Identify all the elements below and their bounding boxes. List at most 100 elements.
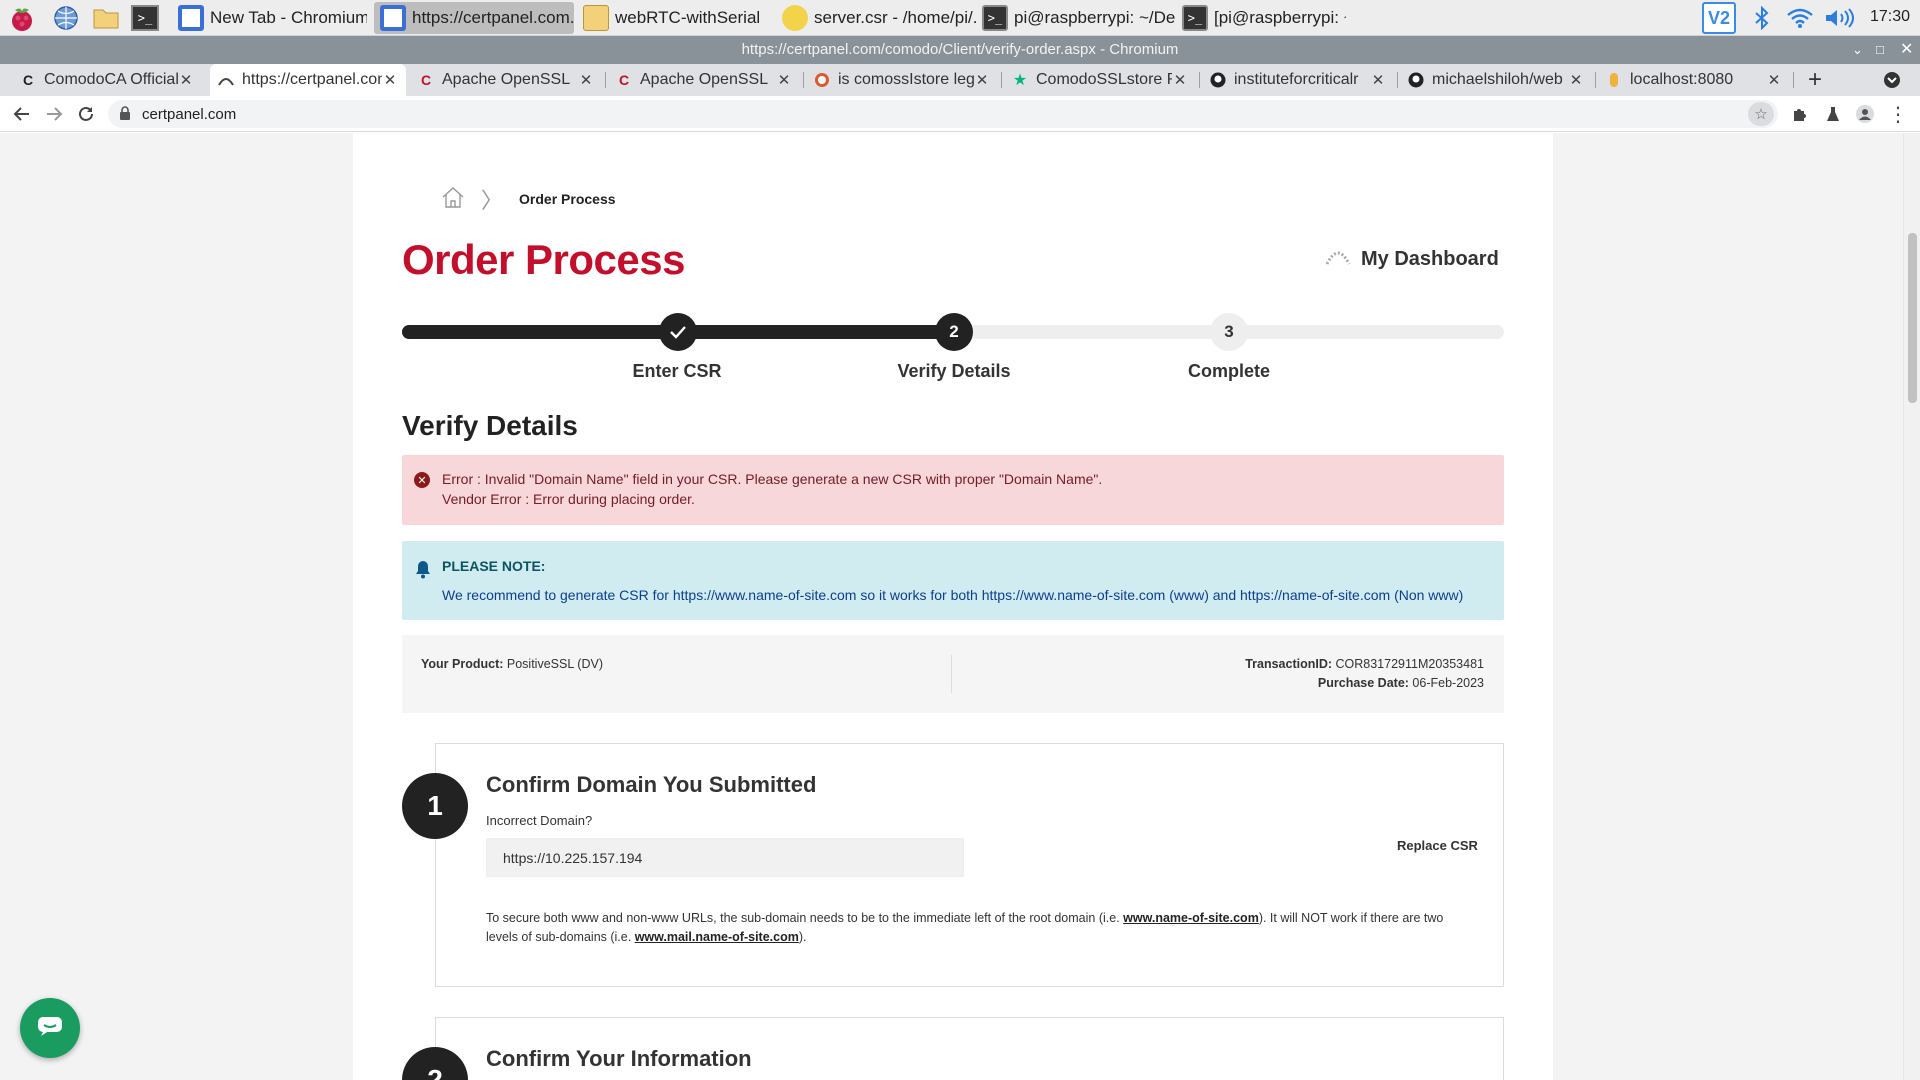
minimize-icon[interactable]: ⌄ [1852,36,1863,64]
note-text: We recommend to generate CSR for https:/… [442,587,1464,603]
tab-michaelshiloh[interactable]: michaelshiloh/web ✕ [1400,64,1592,96]
tab-apache-openssl-1[interactable]: C Apache OpenSSL ✕ [410,64,602,96]
close-tab-icon[interactable]: ✕ [382,71,398,89]
close-tab-icon[interactable]: ✕ [1766,71,1782,89]
transaction-value: COR83172911M20353481 [1335,657,1485,671]
example-subdomain-link[interactable]: www.mail.name-of-site.com [635,930,799,944]
labs-flask-icon[interactable] [1821,102,1845,126]
bell-icon [414,559,432,584]
chromium-icon [380,5,406,31]
reload-icon[interactable] [74,102,98,126]
comodo-favicon-icon: C [22,72,34,88]
tab-label: michaelshiloh/web [1432,71,1563,88]
taskbar-window-server-csr[interactable]: server.csr - /home/pi/... [776,2,976,34]
tab-label: instituteforcriticalr [1234,71,1359,88]
localhost-favicon-icon [1606,72,1622,88]
taskbar-window-terminal-2[interactable]: >_ [pi@raspberrypi: ~] [1176,2,1346,34]
tab-separator [1793,72,1794,88]
web-browser-icon[interactable] [52,4,80,32]
volume-icon[interactable] [1824,4,1854,32]
close-window-icon[interactable]: ✕ [1900,36,1913,64]
help-text-part: To secure both www and non-www URLs, the… [486,911,1124,925]
step-1-label: Enter CSR [632,361,722,381]
purchase-date-info: Purchase Date: 06-Feb-2023 [1318,676,1484,690]
forward-icon[interactable] [42,102,66,126]
tab-separator [1595,72,1596,88]
menu-kebab-icon[interactable]: ⋮ [1886,102,1910,126]
close-tab-icon[interactable]: ✕ [974,71,990,89]
tab-comodosslstore[interactable]: ★ ComodoSSLstore R ✕ [1004,64,1196,96]
my-dashboard-link[interactable]: My Dashboard [1325,248,1499,271]
taskbar-window-label: server.csr - /home/pi/... [814,8,976,27]
breadcrumb: 〉 Order Process [441,183,616,215]
wifi-icon[interactable] [1786,4,1814,32]
raspberry-menu-icon[interactable] [8,4,36,32]
purchase-label: Purchase Date: [1317,676,1409,690]
extensions-icon[interactable] [1788,102,1812,126]
chromium-icon [178,5,204,31]
taskbar-window-certpanel[interactable]: https://certpanel.com... [374,2,574,34]
window-title: https://certpanel.com/comodo/Client/veri… [741,41,1179,58]
window-title-bar[interactable]: https://certpanel.com/comodo/Client/veri… [0,36,1920,64]
close-tab-icon[interactable]: ✕ [776,71,792,89]
terminal-icon: >_ [1182,5,1208,31]
tab-comodoca[interactable]: C ComodoCA Official ✕ [12,64,202,96]
note-alert: PLEASE NOTE: We recommend to generate CS… [402,541,1504,620]
tab-label: https://certpanel.com [242,71,382,88]
page-scrollbar[interactable] [1903,133,1920,1080]
tab-apache-openssl-2[interactable]: C Apache OpenSSL ✕ [608,64,800,96]
tab-instituteforcritical[interactable]: instituteforcriticalr ✕ [1202,64,1394,96]
tab-separator [605,72,606,88]
step-3-circle: 3 [1210,313,1248,351]
maximize-icon[interactable]: □ [1876,36,1884,64]
close-tab-icon[interactable]: ✕ [1172,71,1188,89]
close-tab-icon[interactable]: ✕ [178,71,194,89]
browser-tab-strip: C ComodoCA Official ✕ https://certpanel.… [0,64,1920,96]
profile-icon[interactable] [1853,102,1877,126]
taskbar-window-new-tab[interactable]: New Tab - Chromium [172,2,367,34]
help-text-part: ). [798,930,807,944]
file-manager-icon[interactable] [92,4,120,32]
close-tab-icon[interactable]: ✕ [578,71,594,89]
tab-comossistore[interactable]: is comossIstore leg ✕ [806,64,998,96]
close-tab-icon[interactable]: ✕ [1370,71,1386,89]
replace-csr-link[interactable]: Replace CSR [1397,838,1478,853]
tab-certpanel[interactable]: https://certpanel.com ✕ [210,64,406,96]
taskbar-window-webrtc[interactable]: webRTC-withSerial [577,2,772,34]
bluetooth-icon[interactable] [1750,4,1774,32]
section-title: Verify Details [402,410,578,441]
domain-field[interactable] [486,838,964,877]
close-tab-icon[interactable]: ✕ [1568,71,1584,89]
home-icon[interactable] [441,186,465,213]
tab-separator [803,72,804,88]
taskbar-window-label: [pi@raspberrypi: ~] [1214,8,1346,27]
step-2-circle: 2 [935,313,973,351]
new-tab-icon[interactable]: + [1803,66,1827,93]
tab-localhost[interactable]: localhost:8080 ✕ [1598,64,1790,96]
bookmark-star-icon[interactable]: ☆ [1748,102,1774,126]
taskbar-window-label: pi@raspberrypi: ~/De... [1014,8,1176,27]
tab-label: ComodoSSLstore R [1036,71,1172,88]
product-info: Your Product: PositiveSSL (DV) [421,657,603,671]
duckduckgo-favicon-icon [814,72,830,88]
comodo-red-favicon-icon: C [618,72,630,88]
transaction-info: TransactionID: COR83172911M20353481 [1245,657,1484,671]
chevron-right-icon: 〉 [481,188,504,213]
taskbar-window-terminal-1[interactable]: >_ pi@raspberrypi: ~/De... [976,2,1176,34]
address-bar[interactable]: certpanel.com ☆ [108,100,1778,128]
tab-separator [1199,72,1200,88]
url-text[interactable]: certpanel.com [142,106,236,123]
incorrect-domain-label: Incorrect Domain? [486,813,593,828]
browser-toolbar: certpanel.com ☆ ⋮ [0,96,1920,132]
order-summary: Your Product: PositiveSSL (DV) Transacti… [402,635,1504,713]
scrollbar-thumb[interactable] [1908,233,1917,403]
vnc-icon[interactable]: V2 [1702,2,1736,34]
error-x-icon: ✕ [414,472,430,488]
example-domain-link[interactable]: www.name-of-site.com [1123,911,1259,925]
tab-search-icon[interactable] [1880,68,1904,92]
clock[interactable]: 17:30 [1870,8,1910,26]
lock-icon[interactable] [120,106,130,125]
back-icon[interactable] [10,102,34,126]
terminal-icon[interactable]: >_ [130,4,160,32]
chat-widget-button[interactable] [20,998,80,1058]
